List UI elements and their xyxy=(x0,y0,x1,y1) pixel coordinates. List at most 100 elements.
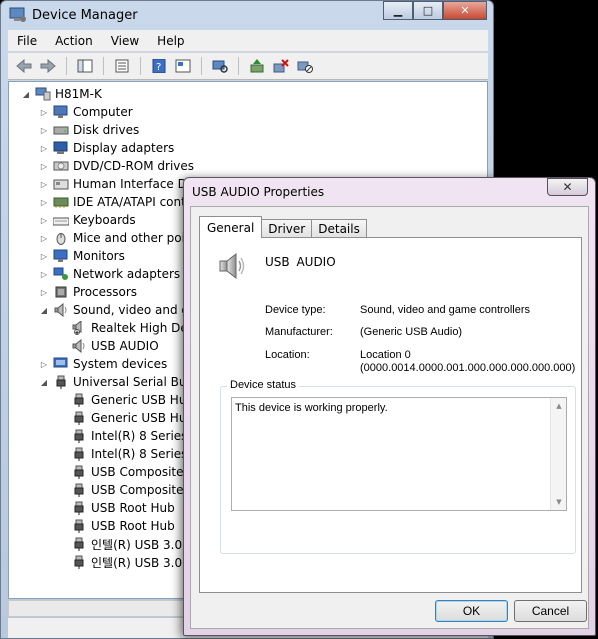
menu-file[interactable]: File xyxy=(8,34,46,48)
close-button[interactable]: ✕ xyxy=(443,1,487,20)
tree-item[interactable]: USB Root Hub xyxy=(57,517,175,535)
show-hidden-button[interactable] xyxy=(173,56,193,76)
collapsed-arrow-icon[interactable]: ▷ xyxy=(39,126,49,135)
location-value: Location 0 xyxy=(360,349,411,361)
tree-item[interactable]: Generic USB Hub xyxy=(57,409,194,427)
uninstall-button[interactable] xyxy=(271,56,291,76)
tree-item[interactable]: 인텔(R) USB 3.0 xyxy=(57,553,182,571)
collapsed-arrow-icon[interactable]: ▷ xyxy=(39,198,49,207)
tree-item[interactable]: ▷ DVD/CD-ROM drives xyxy=(39,157,194,175)
title-bar[interactable]: Device Manager ▁ □ ✕ xyxy=(1,1,493,29)
maximize-button[interactable]: □ xyxy=(413,1,443,20)
menu-action[interactable]: Action xyxy=(46,34,102,48)
tree-item-label: DVD/CD-ROM drives xyxy=(73,159,195,173)
display-icon xyxy=(53,141,69,155)
tree-item[interactable]: Generic USB Hub xyxy=(57,391,194,409)
tab-details[interactable]: Details xyxy=(311,219,367,238)
general-tab-panel: USB AUDIO Device type: Sound, video and … xyxy=(199,237,582,593)
dialog-close-button[interactable]: ✕ xyxy=(547,178,588,196)
menu-help[interactable]: Help xyxy=(148,34,193,48)
ok-button[interactable]: OK xyxy=(435,600,508,622)
manufacturer-label: Manufacturer: xyxy=(265,326,333,338)
minimize-button[interactable]: ▁ xyxy=(383,1,413,20)
disable-icon xyxy=(297,61,313,73)
location-path-value: (0000.0014.0000.001.000.000.000.000.000) xyxy=(360,362,576,374)
tree-item[interactable]: USB AUDIO xyxy=(57,337,159,355)
mouse-icon xyxy=(53,231,69,245)
tree-item[interactable]: ▷ Computer xyxy=(39,103,133,121)
status-scrollbar[interactable]: ▲ ▼ xyxy=(550,398,566,510)
tree-item[interactable]: ▷ IDE ATA/ATAPI cont xyxy=(39,193,186,211)
collapsed-arrow-icon[interactable]: ▷ xyxy=(39,162,49,171)
back-button[interactable] xyxy=(14,56,34,76)
tree-item[interactable]: USB Composite D xyxy=(57,463,197,481)
tree-item[interactable]: ◢ Sound, video and ga xyxy=(39,301,196,319)
tree-item-label: Generic USB Hub xyxy=(91,411,195,425)
tree-item-label: H81M-K xyxy=(55,87,102,101)
toolbar-separator xyxy=(140,57,141,75)
show-hide-tree-button[interactable] xyxy=(75,56,95,76)
speaker-icon xyxy=(71,339,87,353)
tab-driver[interactable]: Driver xyxy=(261,219,313,238)
tree-item[interactable]: USB Composite D xyxy=(57,481,197,499)
scroll-down-icon[interactable]: ▼ xyxy=(551,494,567,510)
collapsed-arrow-icon[interactable]: ▷ xyxy=(39,216,49,225)
tree-item[interactable]: ▷ Display adapters xyxy=(39,139,174,157)
disk-icon xyxy=(53,123,69,137)
usb-icon xyxy=(71,537,87,551)
show-hidden-icon xyxy=(175,59,191,73)
computer-icon xyxy=(53,105,69,119)
tree-item-label: Monitors xyxy=(73,249,125,263)
scroll-up-icon[interactable]: ▲ xyxy=(551,398,567,414)
menu-view[interactable]: View xyxy=(102,34,148,48)
tree-item[interactable]: ◢ Universal Serial Bus c xyxy=(39,373,203,391)
collapsed-arrow-icon[interactable]: ▷ xyxy=(39,270,49,279)
expanded-arrow-icon[interactable]: ◢ xyxy=(39,306,49,315)
expanded-arrow-icon[interactable]: ◢ xyxy=(39,378,49,387)
toolbar-separator xyxy=(201,57,202,75)
collapsed-arrow-icon[interactable]: ▷ xyxy=(39,108,49,117)
device-status-label: Device status xyxy=(227,379,300,391)
speaker-icon xyxy=(216,250,248,282)
tree-item[interactable]: ▷ Keyboards xyxy=(39,211,136,229)
usb-icon xyxy=(71,519,87,533)
collapsed-arrow-icon[interactable]: ▷ xyxy=(39,234,49,243)
scan-hardware-button[interactable] xyxy=(210,56,230,76)
forward-icon xyxy=(40,59,56,73)
toolbar-separator xyxy=(103,57,104,75)
tree-item[interactable]: ▷ Network adapters xyxy=(39,265,180,283)
tree-item[interactable]: 인텔(R) USB 3.0 xyxy=(57,535,182,553)
tab-general[interactable]: General xyxy=(199,216,263,238)
usb-icon xyxy=(71,411,87,425)
tree-item[interactable]: USB Root Hub xyxy=(57,499,175,517)
collapsed-arrow-icon[interactable]: ▷ xyxy=(39,288,49,297)
device-status-textbox[interactable]: This device is working properly. ▲ ▼ xyxy=(231,397,567,511)
tree-item[interactable]: ▷ Mice and other point xyxy=(39,229,197,247)
tree-item[interactable]: ▷ Monitors xyxy=(39,247,125,265)
tree-item-label: USB Composite D xyxy=(91,483,197,497)
tree-item[interactable]: Intel(R) 8 Series/C xyxy=(57,445,200,463)
cancel-button[interactable]: Cancel xyxy=(514,600,587,622)
tree-item[interactable]: ▷ System devices xyxy=(39,355,167,373)
collapsed-arrow-icon[interactable]: ▷ xyxy=(39,360,49,369)
tree-item[interactable]: ▷ Disk drives xyxy=(39,121,139,139)
collapsed-arrow-icon[interactable]: ▷ xyxy=(39,252,49,261)
expanded-arrow-icon[interactable]: ◢ xyxy=(21,90,31,99)
collapsed-arrow-icon[interactable]: ▷ xyxy=(39,144,49,153)
tree-item-label: USB Root Hub xyxy=(91,519,175,533)
forward-button[interactable] xyxy=(38,56,58,76)
tree-item[interactable]: ▷ Human Interface Dev xyxy=(39,175,201,193)
tree-item[interactable]: Realtek High Defi xyxy=(57,319,195,337)
maximize-icon: □ xyxy=(422,4,434,17)
help-button[interactable]: ? xyxy=(149,56,169,76)
uninstall-icon xyxy=(273,59,289,73)
tree-item[interactable]: Intel(R) 8 Series/C xyxy=(57,427,200,445)
tree-item[interactable]: ▷ Processors xyxy=(39,283,137,301)
update-driver-button[interactable] xyxy=(247,56,267,76)
properties-button[interactable] xyxy=(112,56,132,76)
collapsed-arrow-icon[interactable]: ▷ xyxy=(39,180,49,189)
disable-button[interactable] xyxy=(295,56,315,76)
close-icon: ✕ xyxy=(562,180,573,194)
tree-item[interactable]: ◢ H81M-K xyxy=(21,85,102,103)
device-type-label: Device type: xyxy=(265,304,326,316)
